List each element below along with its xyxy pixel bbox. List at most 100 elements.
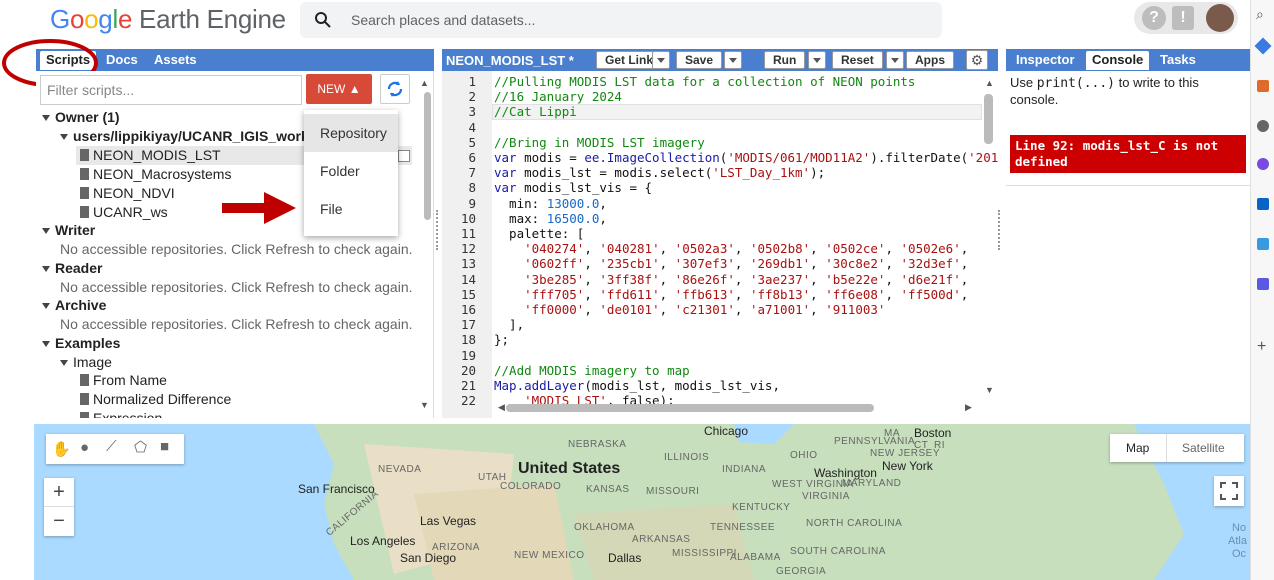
zoom-out-button[interactable]: − (44, 507, 74, 536)
file-icon (80, 374, 89, 386)
reset-menu[interactable] (886, 51, 904, 69)
map-view[interactable]: United States Chicago Boston New York Wa… (34, 424, 1250, 580)
polygon-icon[interactable]: ⬠ (134, 438, 147, 456)
line-number: 8 (468, 180, 476, 196)
sidebar-app-icon[interactable] (1254, 37, 1272, 55)
file-item[interactable]: NEON_Macrosystems (80, 166, 231, 182)
example-item[interactable]: From Name (80, 372, 167, 388)
map-label-state: TENNESSEE (710, 522, 776, 533)
splitter-handle[interactable] (436, 210, 440, 250)
fullscreen-button[interactable] (1214, 476, 1244, 506)
search-icon[interactable]: ⌕ (1256, 6, 1264, 23)
run-label: Run (773, 53, 797, 67)
editor-scrollbar[interactable] (984, 94, 993, 144)
editor-hscrollbar[interactable] (506, 404, 874, 412)
tab-console[interactable]: Console (1086, 51, 1150, 70)
scroll-down-icon[interactable]: ▼ (985, 385, 994, 395)
outlook-icon[interactable] (1257, 198, 1269, 210)
map-label-city: San Francisco (298, 482, 375, 496)
tree-archive[interactable]: Archive (42, 297, 106, 313)
tab-assets[interactable]: Assets (148, 51, 203, 70)
code-line: ], (494, 317, 525, 333)
earth-engine-logo[interactable]: Google Earth Engine (50, 4, 286, 35)
file-icon (80, 393, 89, 405)
rectangle-icon[interactable]: ■ (160, 438, 169, 455)
apps-button[interactable]: Apps (906, 51, 954, 69)
zoom-in-button[interactable]: + (44, 478, 74, 507)
map-label-ocean: No (1232, 522, 1247, 534)
code-line: 'ff0000', 'de0101', 'c21301', 'a71001', … (524, 302, 886, 317)
no-access-message: No accessible repositories. Click Refres… (60, 241, 413, 257)
map-drawing-tools: ✋ ● ⟋ ⬠ ■ (46, 434, 184, 464)
file-item[interactable]: UCANR_ws (80, 204, 168, 220)
scroll-up-icon[interactable]: ▲ (420, 78, 429, 88)
map-button[interactable]: Map (1126, 441, 1149, 455)
example-item[interactable]: Expression (80, 410, 162, 418)
example-item[interactable]: Normalized Difference (80, 391, 231, 407)
caret-down-icon (729, 58, 737, 63)
tab-docs[interactable]: Docs (100, 51, 144, 70)
line-number: 3 (468, 104, 476, 120)
file-item[interactable]: NEON_MODIS_LST (80, 147, 221, 163)
run-menu[interactable] (808, 51, 826, 69)
console-hint: Use print(...) to write to this console. (1010, 75, 1240, 108)
avatar[interactable] (1206, 4, 1234, 32)
map-label-state: INDIANA (722, 464, 767, 475)
map-background (34, 424, 1250, 580)
sidebar-app-icon[interactable] (1257, 120, 1269, 132)
tab-tasks[interactable]: Tasks (1154, 51, 1202, 70)
tree-examples[interactable]: Examples (42, 335, 120, 351)
code-editor[interactable]: 1 2 3 4 5 6 7 8 9 10 11 12 13 14 15 16 17 18 19 20 21 22 //Pu… (442, 71, 998, 418)
help-icon[interactable]: ? (1142, 6, 1166, 30)
hand-icon[interactable]: ✋ (52, 440, 71, 458)
tree-repo[interactable]: users/lippikiyay/UCANR_IGIS_worksh (60, 128, 325, 144)
line-number: 7 (468, 165, 476, 181)
refresh-button[interactable] (380, 74, 410, 104)
marker-icon[interactable]: ● (80, 439, 89, 456)
add-icon[interactable]: + (1257, 338, 1266, 356)
line-number: 21 (460, 378, 476, 393)
new-button[interactable]: NEW ▲ (306, 74, 372, 104)
line-number: 16 (460, 302, 476, 317)
map-label-state: MA (884, 428, 900, 439)
tab-inspector[interactable]: Inspector (1010, 51, 1081, 70)
scroll-right-icon[interactable]: ▶ (965, 402, 972, 413)
sidebar-app-icon[interactable] (1257, 80, 1269, 92)
get-link-menu[interactable] (652, 51, 670, 69)
teams-icon[interactable] (1257, 278, 1269, 290)
line-number: 11 (460, 226, 476, 241)
filter-scripts-input[interactable]: Filter scripts... (40, 75, 302, 105)
scripts-scrollbar[interactable] (424, 92, 431, 220)
save-menu[interactable] (724, 51, 742, 69)
scroll-left-icon[interactable]: ◀ (498, 402, 505, 413)
run-button[interactable]: Run (764, 51, 806, 69)
search-placeholder: Search places and datasets... (351, 12, 536, 28)
scroll-down-icon[interactable]: ▼ (420, 400, 429, 410)
scroll-up-icon[interactable]: ▲ (985, 78, 994, 88)
code-line: '040274', '040281', '0502a3', '0502b8', … (524, 241, 969, 257)
file-action-icon[interactable] (398, 150, 410, 162)
search-bar[interactable]: Search places and datasets... (300, 2, 942, 38)
tree-reader[interactable]: Reader (42, 260, 102, 276)
code-line: Map.addLayer(modis_lst, modis_lst_vis, (494, 378, 780, 393)
satellite-button[interactable]: Satellite (1182, 441, 1225, 455)
sidebar-app-icon[interactable] (1257, 238, 1269, 250)
map-label-state: PENNSYLVANIA (834, 436, 916, 447)
splitter-handle[interactable] (998, 210, 1002, 250)
menu-item-file[interactable]: File (304, 190, 398, 228)
gear-icon[interactable]: ⚙ (966, 50, 988, 70)
tree-owner[interactable]: Owner (1) (42, 109, 120, 125)
map-label-state: ARKANSAS (632, 534, 691, 545)
menu-item-folder[interactable]: Folder (304, 152, 398, 190)
line-icon[interactable]: ⟋ (106, 438, 117, 455)
tree-image[interactable]: Image (60, 354, 112, 370)
feedback-icon[interactable]: ! (1172, 6, 1194, 30)
reset-button[interactable]: Reset (832, 51, 883, 69)
menu-item-repository[interactable]: Repository (304, 114, 398, 152)
tree-writer[interactable]: Writer (42, 222, 95, 238)
zoom-control: + − (44, 478, 74, 536)
file-icon (80, 187, 89, 199)
save-button[interactable]: Save (676, 51, 723, 69)
file-item[interactable]: NEON_NDVI (80, 185, 175, 201)
sidebar-app-icon[interactable] (1257, 158, 1269, 170)
